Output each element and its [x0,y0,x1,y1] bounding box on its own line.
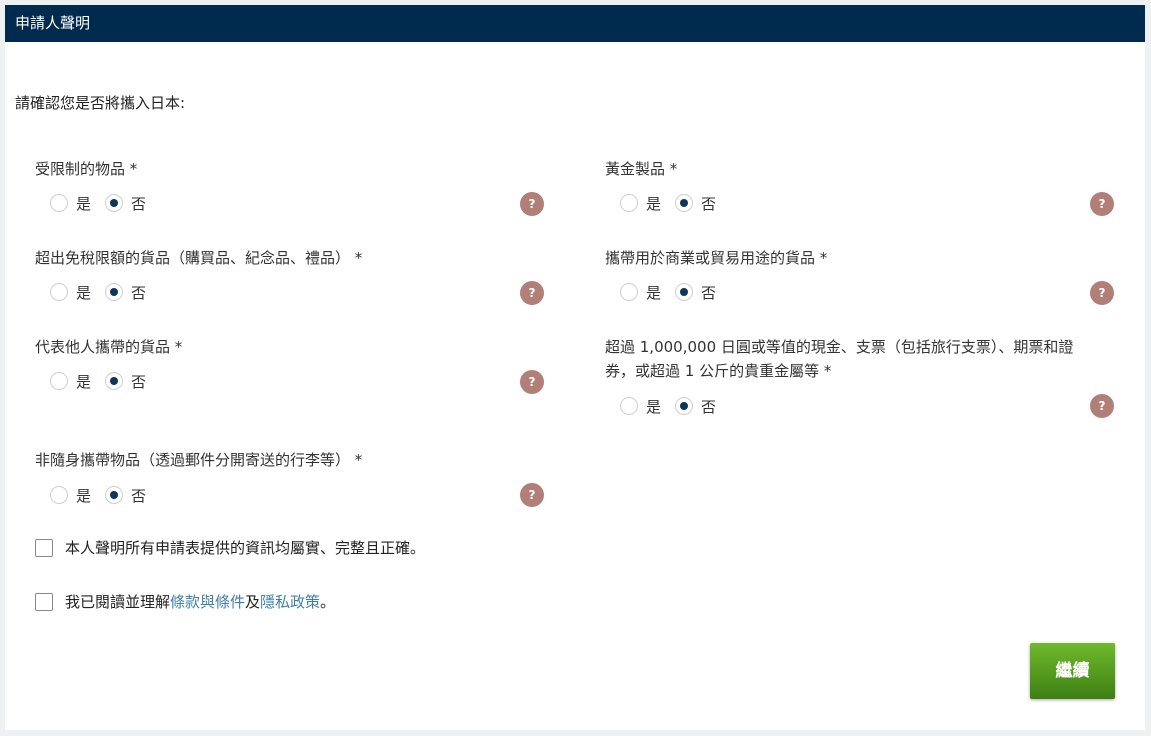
declaration-terms-joiner: 及 [245,593,261,611]
question-label: 非隨身攜帶物品（透過郵件分開寄送的行李等） * [35,451,363,469]
help-icon[interactable]: ? [1090,281,1114,305]
declaration-truthful-checkbox[interactable] [35,538,53,557]
continue-button[interactable]: 繼續 [1030,643,1115,699]
question-label-line2: 券，或超過 1 公斤的貴重金屬等 * [605,362,832,380]
radio-yes-label: 是 [76,486,92,505]
question-label: 黃金製品 * [605,160,678,178]
radio-no[interactable] [105,372,124,390]
radio-no-label: 否 [131,486,147,505]
radio-group: 是 否 [620,394,730,418]
help-icon[interactable]: ? [520,281,544,305]
radio-no-label: 否 [131,283,147,302]
radio-no[interactable] [675,194,694,212]
radio-yes-label: 是 [646,283,662,302]
radio-group: 是 否 [620,280,730,304]
radio-group: 是 否 [50,483,160,507]
radio-yes[interactable] [50,372,68,390]
question-restricted-items: 受限制的物品 * 是 否 [35,157,146,213]
declaration-terms-prefix: 我已閱讀並理解 [65,593,171,611]
question-label: 受限制的物品 * [35,160,138,178]
help-icon[interactable]: ? [520,483,544,507]
question-label: 攜帶用於商業或貿易用途的貨品 * [605,249,828,267]
declaration-panel: 申請人聲明 請確認您是否將攜入日本: 受限制的物品 * 是 否 ? 黃金製品 *… [5,5,1145,730]
question-gold-products: 黃金製品 * 是 否 [605,157,716,213]
radio-no[interactable] [105,194,124,212]
radio-group: 是 否 [50,369,160,393]
radio-yes[interactable] [50,486,68,504]
help-icon[interactable]: ? [1090,394,1114,418]
radio-group: 是 否 [620,191,730,215]
radio-no[interactable] [105,486,124,504]
declaration-truthful-label: 本人聲明所有申請表提供的資訊均屬實、完整且正確。 [65,539,426,557]
radio-yes[interactable] [620,397,638,415]
radio-no-label: 否 [131,194,147,213]
radio-no-label: 否 [701,283,717,302]
radio-no[interactable] [675,283,694,301]
radio-no[interactable] [105,283,124,301]
question-goods-for-others: 代表他人攜帶的貨品 * 是 否 [35,335,183,391]
radio-yes-label: 是 [646,397,662,416]
radio-yes-label: 是 [646,194,662,213]
radio-no-label: 否 [701,194,717,213]
question-unaccompanied-baggage: 非隨身攜帶物品（透過郵件分開寄送的行李等） * 是 否 [35,448,363,505]
section-header: 申請人聲明 [5,5,1145,42]
intro-text: 請確認您是否將攜入日本: [15,94,186,112]
section-title: 申請人聲明 [15,14,91,32]
question-commercial-goods: 攜帶用於商業或貿易用途的貨品 * 是 否 [605,246,828,302]
declaration-terms-suffix: 。 [320,593,336,611]
radio-group: 是 否 [50,191,160,215]
declaration-terms-row: 我已閱讀並理解 條款與條件 及 隱私政策 。 [35,591,335,612]
declaration-terms-checkbox[interactable] [35,592,53,611]
radio-yes-label: 是 [76,372,92,391]
radio-yes[interactable] [620,194,638,212]
question-cash-over-limit: 超過 1,000,000 日圓或等值的現金、支票（包括旅行支票）、期票和證 券，… [605,335,1074,416]
declaration-truthful-row: 本人聲明所有申請表提供的資訊均屬實、完整且正確。 [35,537,425,558]
help-icon[interactable]: ? [520,192,544,216]
privacy-link[interactable]: 隱私政策 [260,591,320,612]
question-label: 代表他人攜帶的貨品 * [35,338,183,356]
radio-yes[interactable] [620,283,638,301]
radio-no[interactable] [675,397,694,415]
question-duty-free-exceeded: 超出免稅限額的貨品（購買品、紀念品、禮品） * 是 否 [35,246,363,302]
radio-yes[interactable] [50,194,68,212]
terms-link[interactable]: 條款與條件 [170,591,245,612]
radio-no-label: 否 [131,372,147,391]
radio-no-label: 否 [701,397,717,416]
help-icon[interactable]: ? [520,370,544,394]
help-icon[interactable]: ? [1090,192,1114,216]
radio-yes-label: 是 [76,283,92,302]
radio-yes[interactable] [50,283,68,301]
question-label: 超出免稅限額的貨品（購買品、紀念品、禮品） * [35,249,363,267]
question-label-line1: 超過 1,000,000 日圓或等值的現金、支票（包括旅行支票）、期票和證 [605,338,1074,356]
radio-yes-label: 是 [76,194,92,213]
radio-group: 是 否 [50,280,160,304]
